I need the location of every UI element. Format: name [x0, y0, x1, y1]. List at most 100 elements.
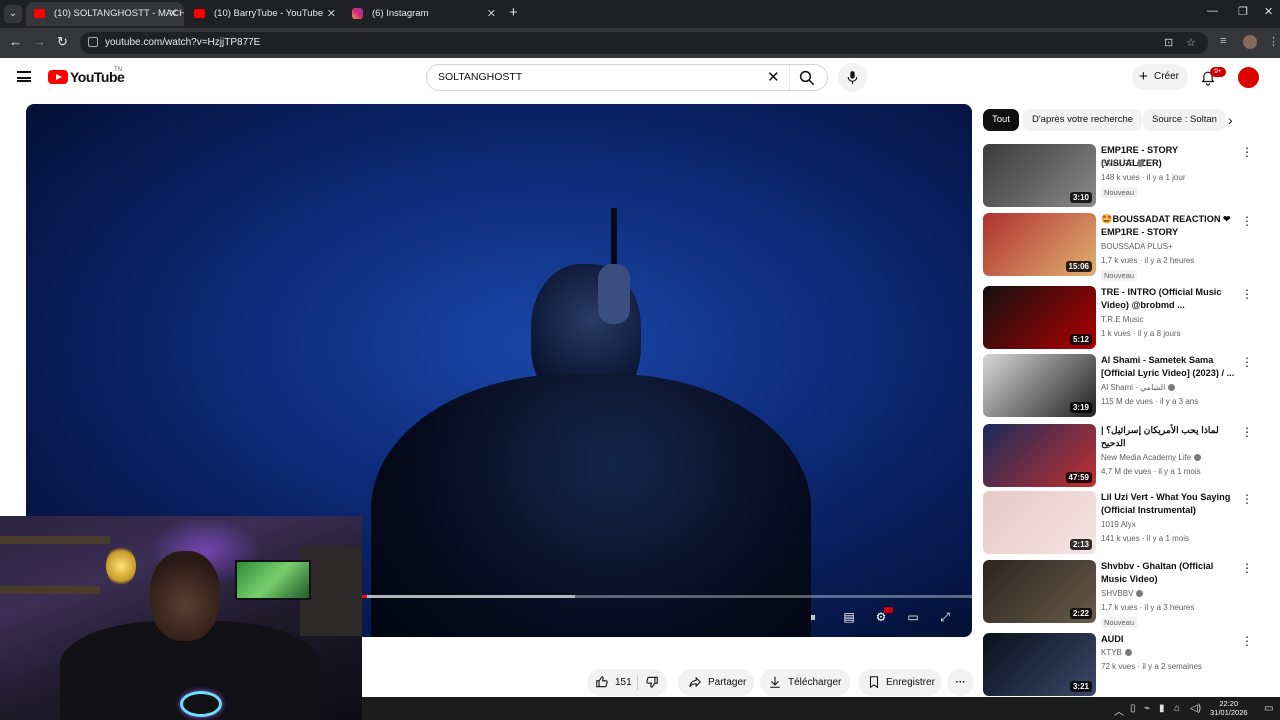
address-bar[interactable]: youtube.com/watch?v=HzjjTP877E ⊡ ☆ [80, 32, 1208, 54]
search-input[interactable]: SOLTANGHOSTT [438, 65, 522, 90]
video-thumbnail[interactable]: 3:19 [983, 354, 1096, 417]
video-thumbnail[interactable]: 3:21 [983, 633, 1096, 696]
channel-name[interactable]: 1019 Alyx [1101, 520, 1136, 529]
more-vertical-icon[interactable]: ⋮ [1241, 425, 1253, 439]
verified-check-icon [1168, 384, 1176, 391]
more-actions-button[interactable]: ··· [947, 669, 974, 696]
like-count[interactable]: 151 [615, 669, 632, 696]
webcam-shelf [0, 586, 100, 594]
bookmark-star-icon[interactable]: ☆ [1186, 36, 1196, 49]
tray-volume-icon[interactable]: ◁) [1190, 703, 1201, 714]
forward-arrow-icon[interactable]: → [33, 34, 46, 49]
more-vertical-icon[interactable]: ⋮ [1241, 287, 1253, 301]
hamburger-menu-icon[interactable] [17, 71, 31, 82]
new-tab-button[interactable]: + [509, 4, 518, 21]
youtube-logo-icon[interactable] [48, 70, 68, 84]
account-avatar[interactable] [1238, 67, 1259, 88]
taskbar-clock[interactable]: 22:20 31/01/2026 [1210, 699, 1248, 717]
video-thumbnail[interactable]: 5:12 [983, 286, 1096, 349]
tray-bluetooth-icon[interactable]: ⌁ [1144, 703, 1150, 714]
search-bar[interactable]: SOLTANGHOSTT ✕ [426, 64, 828, 91]
recommended-video[interactable]: 15:06 🤩BOUSSADAT REACTION ❤ EMP1RE - STOR… [983, 213, 1263, 281]
tray-usb-icon[interactable]: ▯ [1130, 703, 1136, 714]
dislike-thumb-icon[interactable] [645, 675, 659, 689]
close-tab-icon[interactable]: ✕ [327, 2, 336, 26]
more-vertical-icon[interactable]: ⋮ [1241, 634, 1253, 648]
close-tab-icon[interactable]: ✕ [487, 2, 496, 26]
video-title[interactable]: Al Shami - Sametek Sama [Official Lyric … [1101, 354, 1239, 380]
recommended-video[interactable]: 2:22 Shvbbv - Ghaltan (Official Music Vid… [983, 560, 1263, 628]
chip-from-source[interactable]: Source : Soltan [1143, 109, 1225, 131]
browser-profile-avatar[interactable] [1243, 35, 1257, 49]
recommended-video[interactable]: 3:21 AUDI KTYB 72 k vues · il y a 2 semaine… [983, 633, 1263, 697]
subtitles-icon[interactable]: ▤ [840, 609, 858, 625]
voice-search-button[interactable] [838, 63, 867, 92]
notification-center-icon[interactable]: ▭ [1264, 703, 1273, 714]
recommended-video[interactable]: 2:13 Lil Uzi Vert - What You Saying (Offi… [983, 491, 1263, 555]
autoplay-toggle-icon[interactable]: ⏸ [804, 609, 822, 625]
browser-menu-icon[interactable]: ⋮ [1268, 35, 1279, 48]
tab-search-button[interactable]: ⌄ [4, 5, 22, 23]
browser-tab-instagram[interactable]: (6) Instagram ✕ [344, 2, 502, 26]
channel-name[interactable]: Al Shami - الشامي [1101, 383, 1176, 392]
recommended-video[interactable]: 5:12 TRE - INTRO (Official Music Video) @… [983, 286, 1263, 350]
more-vertical-icon[interactable]: ⋮ [1241, 214, 1253, 228]
recommended-video[interactable]: 3:19 Al Shami - Sametek Sama [Official Ly… [983, 354, 1263, 418]
channel-name[interactable]: SHVBBV [1101, 589, 1144, 598]
maximize-window-button[interactable]: ❐ [1238, 5, 1248, 18]
clear-search-icon[interactable]: ✕ [767, 68, 780, 88]
channel-name[interactable]: BOUSSADA PLUS+ [1101, 242, 1173, 251]
save-button[interactable]: Enregistrer [858, 669, 942, 696]
theater-mode-icon[interactable]: ▭ [904, 609, 922, 625]
channel-name-text: EMP1RE [1101, 159, 1134, 168]
back-arrow-icon[interactable]: ← [9, 34, 22, 49]
channel-name-text: T.R.E Music [1101, 315, 1144, 324]
close-window-button[interactable]: ✕ [1264, 5, 1273, 18]
chip-all[interactable]: Tout [983, 109, 1019, 131]
share-button[interactable]: Partager [678, 669, 754, 696]
install-app-icon[interactable]: ⊡ [1164, 36, 1173, 49]
more-vertical-icon[interactable]: ⋮ [1241, 561, 1253, 575]
recommended-video[interactable]: 3:10 EMP1RE - STORY (VISUALIZER) EMP1RE 148… [983, 144, 1263, 208]
media-controls-icon[interactable]: ≡ [1220, 35, 1226, 47]
video-thumbnail[interactable]: 2:22 [983, 560, 1096, 623]
like-thumb-icon[interactable] [595, 675, 609, 689]
reload-icon[interactable]: ↻ [57, 34, 68, 50]
browser-tab-soltanghostt[interactable]: (10) SOLTANGHOSTT - MACHE ✕ [26, 2, 184, 26]
video-thumbnail[interactable]: 15:06 [983, 213, 1096, 276]
more-vertical-icon[interactable]: ⋮ [1241, 145, 1253, 159]
minimize-window-button[interactable]: — [1207, 5, 1218, 17]
tray-microphone-icon[interactable]: ▮ [1159, 703, 1165, 714]
video-title[interactable]: Shvbbv - Ghaltan (Official Music Video) [1101, 560, 1239, 586]
video-title[interactable]: لماذا يحب الأمريكان إسرائيل؟ | الدحيح [1101, 424, 1239, 450]
recommended-video[interactable]: 47:59 لماذا يحب الأمريكان إسرائيل؟ | الدح… [983, 424, 1263, 488]
video-title[interactable]: AUDI [1101, 633, 1239, 646]
new-badge: Nouveau [1101, 187, 1138, 198]
channel-name[interactable]: KTYB [1101, 648, 1132, 657]
more-vertical-icon[interactable]: ⋮ [1241, 492, 1253, 506]
hidden-icons-chevron-icon[interactable]: ︿ [1114, 703, 1124, 718]
chip-related-to-search[interactable]: D'après votre recherche [1023, 109, 1143, 131]
video-title[interactable]: TRE - INTRO (Official Music Video) @brob… [1101, 286, 1239, 312]
channel-name[interactable]: New Media Academy Life [1101, 453, 1202, 462]
video-title[interactable]: 🤩BOUSSADAT REACTION ❤ EMP1RE - STORY (VI… [1101, 213, 1239, 240]
chevron-right-icon[interactable]: › [1228, 111, 1244, 129]
download-button[interactable]: Télécharger [760, 669, 850, 696]
more-vertical-icon[interactable]: ⋮ [1241, 355, 1253, 369]
video-title[interactable]: Lil Uzi Vert - What You Saying (Official… [1101, 491, 1239, 517]
close-tab-icon[interactable]: ✕ [169, 2, 178, 26]
search-icon[interactable] [798, 69, 816, 87]
site-info-icon[interactable] [88, 37, 98, 47]
channel-name[interactable]: T.R.E Music [1101, 315, 1144, 324]
video-thumbnail[interactable]: 3:10 [983, 144, 1096, 207]
channel-name[interactable]: EMP1RE [1101, 159, 1144, 168]
create-button[interactable]: + Créer [1132, 64, 1188, 90]
video-thumbnail[interactable]: 2:13 [983, 491, 1096, 554]
browser-tab-barrytube[interactable]: (10) BarryTube - YouTube ✕ [186, 2, 342, 26]
webcam-person-head [150, 551, 220, 641]
video-thumbnail[interactable]: 47:59 [983, 424, 1096, 487]
fullscreen-icon[interactable]: ⤢ [936, 609, 954, 625]
tray-network-icon[interactable]: ⌂ [1174, 703, 1180, 714]
video-duration: 3:19 [1069, 402, 1092, 413]
url-text[interactable]: youtube.com/watch?v=HzjjTP877E [105, 32, 260, 54]
